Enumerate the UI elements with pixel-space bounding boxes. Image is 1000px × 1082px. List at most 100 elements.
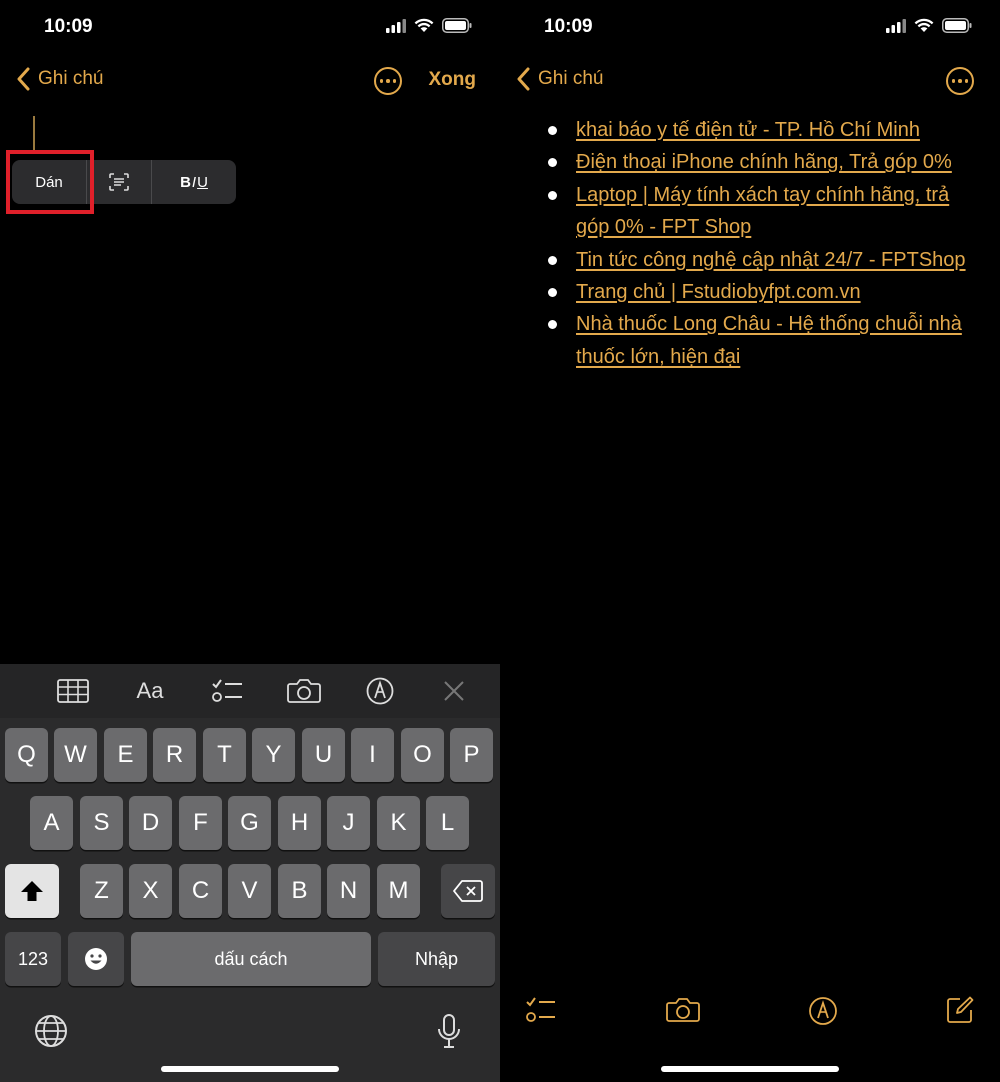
key-d[interactable]: D: [129, 796, 172, 850]
note-link[interactable]: khai báo y tế điện tử - TP. Hồ Chí Minh: [576, 119, 920, 141]
bottom-toolbar: [500, 996, 1000, 1036]
status-time: 10:09: [44, 16, 93, 37]
keyboard: Aa Q W E R T Y U I O P A S D F G H J K L…: [0, 664, 500, 1082]
status-bar: 10:09: [0, 0, 500, 54]
back-button[interactable]: Ghi chú: [516, 67, 603, 91]
key-e[interactable]: E: [104, 728, 147, 782]
chevron-left-icon: [517, 67, 530, 91]
key-t[interactable]: T: [203, 728, 246, 782]
note-link-list: khai báo y tế điện tử - TP. Hồ Chí Minh …: [548, 114, 986, 373]
markup-pen-icon: [809, 997, 837, 1025]
camera-button[interactable]: [666, 996, 700, 1029]
backspace-icon: [453, 880, 483, 902]
camera-icon: [666, 998, 700, 1022]
home-indicator: [161, 1066, 339, 1072]
delete-key[interactable]: [441, 864, 495, 918]
key-n[interactable]: N: [327, 864, 370, 918]
right-screen: 10:09 Ghi chú khai báo y tế điện tử - TP…: [500, 0, 1000, 1082]
key-f[interactable]: F: [179, 796, 222, 850]
underline-label: U: [197, 173, 208, 191]
markup-button[interactable]: [364, 676, 396, 706]
markup-button[interactable]: [808, 996, 838, 1031]
camera-button[interactable]: [286, 676, 322, 706]
key-h[interactable]: H: [278, 796, 321, 850]
scan-text-icon: [109, 173, 129, 191]
note-link[interactable]: Điện thoại iPhone chính hãng, Trả góp 0%: [576, 151, 952, 173]
checklist-button[interactable]: [526, 996, 556, 1029]
key-c[interactable]: C: [179, 864, 222, 918]
note-link[interactable]: Trang chủ | Fstudiobyfpt.com.vn: [576, 281, 861, 303]
note-link[interactable]: Laptop | Máy tính xách tay chính hãng, t…: [576, 184, 949, 238]
list-item[interactable]: Điện thoại iPhone chính hãng, Trả góp 0%: [548, 146, 986, 178]
key-z[interactable]: Z: [80, 864, 123, 918]
key-u[interactable]: U: [302, 728, 345, 782]
battery-icon: [442, 18, 472, 33]
key-v[interactable]: V: [228, 864, 271, 918]
list-item[interactable]: Tin tức công nghệ cập nhật 24/7 - FPTSho…: [548, 244, 986, 276]
list-item[interactable]: khai báo y tế điện tử - TP. Hồ Chí Minh: [548, 114, 986, 146]
markup-pen-icon: [366, 677, 394, 705]
text-format-label: Aa: [136, 678, 164, 703]
key-p[interactable]: P: [450, 728, 493, 782]
chevron-left-icon: [17, 67, 30, 91]
keyboard-toolbar: Aa: [0, 664, 500, 718]
globe-button[interactable]: [34, 1014, 68, 1053]
back-button[interactable]: Ghi chú: [16, 67, 103, 91]
status-bar: 10:09: [500, 0, 1000, 54]
key-a[interactable]: A: [30, 796, 73, 850]
note-link[interactable]: Nhà thuốc Long Châu - Hệ thống chuỗi nhà…: [576, 313, 962, 367]
back-label: Ghi chú: [38, 68, 104, 89]
more-options-icon[interactable]: [946, 67, 974, 95]
more-options-icon[interactable]: [374, 67, 402, 95]
home-indicator: [661, 1066, 839, 1072]
list-item[interactable]: Trang chủ | Fstudiobyfpt.com.vn: [548, 276, 986, 308]
checklist-icon: [526, 997, 555, 1022]
key-s[interactable]: S: [80, 796, 123, 850]
signal-icon: [386, 18, 406, 33]
key-l[interactable]: L: [426, 796, 469, 850]
close-toolbar-button[interactable]: [440, 676, 468, 706]
table-icon: [57, 679, 89, 703]
microphone-icon: [438, 1014, 460, 1048]
back-label: Ghi chú: [538, 68, 604, 89]
wifi-icon: [914, 18, 934, 32]
scan-text-button[interactable]: [87, 160, 151, 204]
key-q[interactable]: Q: [5, 728, 48, 782]
paste-highlight-box: [6, 150, 94, 214]
table-button[interactable]: [56, 676, 90, 706]
note-link[interactable]: Tin tức công nghệ cập nhật 24/7 - FPTSho…: [576, 249, 966, 271]
key-o[interactable]: O: [401, 728, 444, 782]
compose-icon: [947, 996, 974, 1023]
emoji-key[interactable]: [68, 932, 124, 986]
list-item[interactable]: Laptop | Máy tính xách tay chính hãng, t…: [548, 179, 986, 244]
key-y[interactable]: Y: [252, 728, 295, 782]
left-screen: 10:09 Ghi chú Xong Dán B I U Aa Q W E R …: [0, 0, 500, 1082]
key-j[interactable]: J: [327, 796, 370, 850]
key-i[interactable]: I: [351, 728, 394, 782]
key-b[interactable]: B: [278, 864, 321, 918]
shift-key[interactable]: [5, 864, 59, 918]
camera-icon: [287, 679, 321, 703]
key-k[interactable]: K: [377, 796, 420, 850]
nav-bar: Ghi chú: [500, 60, 1000, 104]
return-key[interactable]: Nhập: [378, 932, 495, 986]
nav-bar: Ghi chú Xong: [0, 60, 500, 104]
numbers-key[interactable]: 123: [5, 932, 61, 986]
compose-button[interactable]: [946, 996, 974, 1029]
text-format-button[interactable]: Aa: [130, 676, 170, 706]
key-r[interactable]: R: [153, 728, 196, 782]
text-cursor: [33, 116, 35, 152]
signal-icon: [886, 18, 906, 33]
key-g[interactable]: G: [228, 796, 271, 850]
space-key[interactable]: dấu cách: [131, 932, 371, 986]
format-button[interactable]: B I U: [152, 160, 236, 204]
checklist-button[interactable]: [210, 676, 244, 706]
key-w[interactable]: W: [54, 728, 97, 782]
bold-label: B: [180, 173, 191, 191]
dictation-button[interactable]: [436, 1014, 462, 1055]
shift-arrow-icon: [21, 881, 43, 901]
done-button[interactable]: Xong: [429, 69, 477, 91]
key-x[interactable]: X: [129, 864, 172, 918]
list-item[interactable]: Nhà thuốc Long Châu - Hệ thống chuỗi nhà…: [548, 308, 986, 373]
key-m[interactable]: M: [377, 864, 420, 918]
